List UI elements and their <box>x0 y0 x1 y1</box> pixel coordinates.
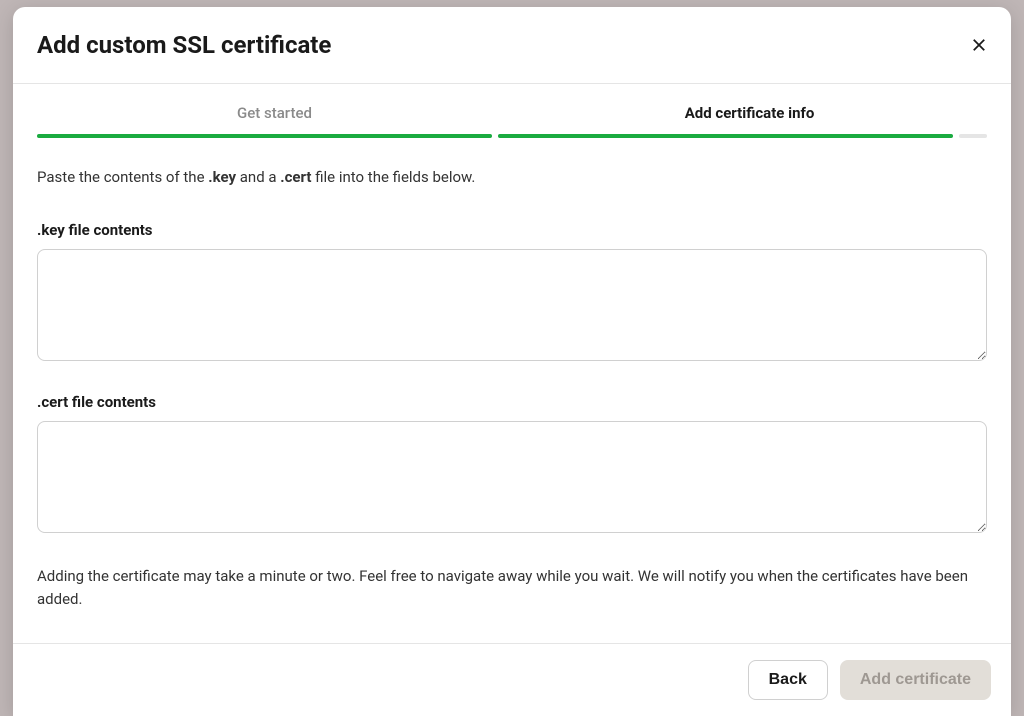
notice-text: Adding the certificate may take a minute… <box>37 565 987 612</box>
close-icon[interactable] <box>971 37 987 53</box>
instructions-text: Paste the contents of the .key and a .ce… <box>37 166 987 189</box>
stepper: Get started Add certificate info <box>37 104 987 134</box>
instr-key-bold: .key <box>208 168 236 186</box>
instr-cert-bold: .cert <box>280 168 311 186</box>
stepper-step-get-started: Get started <box>37 104 512 134</box>
back-button[interactable]: Back <box>748 660 828 700</box>
modal-header: Add custom SSL certificate <box>13 7 1011 84</box>
add-certificate-button[interactable]: Add certificate <box>840 660 991 700</box>
add-ssl-cert-modal: Add custom SSL certificate Get started A… <box>13 7 1011 716</box>
instr-part: Paste the contents of the <box>37 168 208 186</box>
key-file-field-group: .key file contents <box>37 221 987 365</box>
progress-segment-2 <box>498 134 953 138</box>
stepper-step-add-certificate-info: Add certificate info <box>512 104 987 134</box>
modal-body: Get started Add certificate info Paste t… <box>13 84 1011 643</box>
cert-file-field-group: .cert file contents <box>37 393 987 537</box>
instr-part: and a <box>236 168 280 186</box>
cert-file-label: .cert file contents <box>37 393 987 411</box>
progress-bar <box>37 134 987 138</box>
instr-part: file into the fields below. <box>311 168 475 186</box>
modal-footer: Back Add certificate <box>13 643 1011 716</box>
key-file-textarea[interactable] <box>37 249 987 361</box>
modal-title: Add custom SSL certificate <box>37 31 331 59</box>
cert-file-textarea[interactable] <box>37 421 987 533</box>
progress-segment-1 <box>37 134 492 138</box>
key-file-label: .key file contents <box>37 221 987 239</box>
progress-segment-tail <box>959 134 987 138</box>
